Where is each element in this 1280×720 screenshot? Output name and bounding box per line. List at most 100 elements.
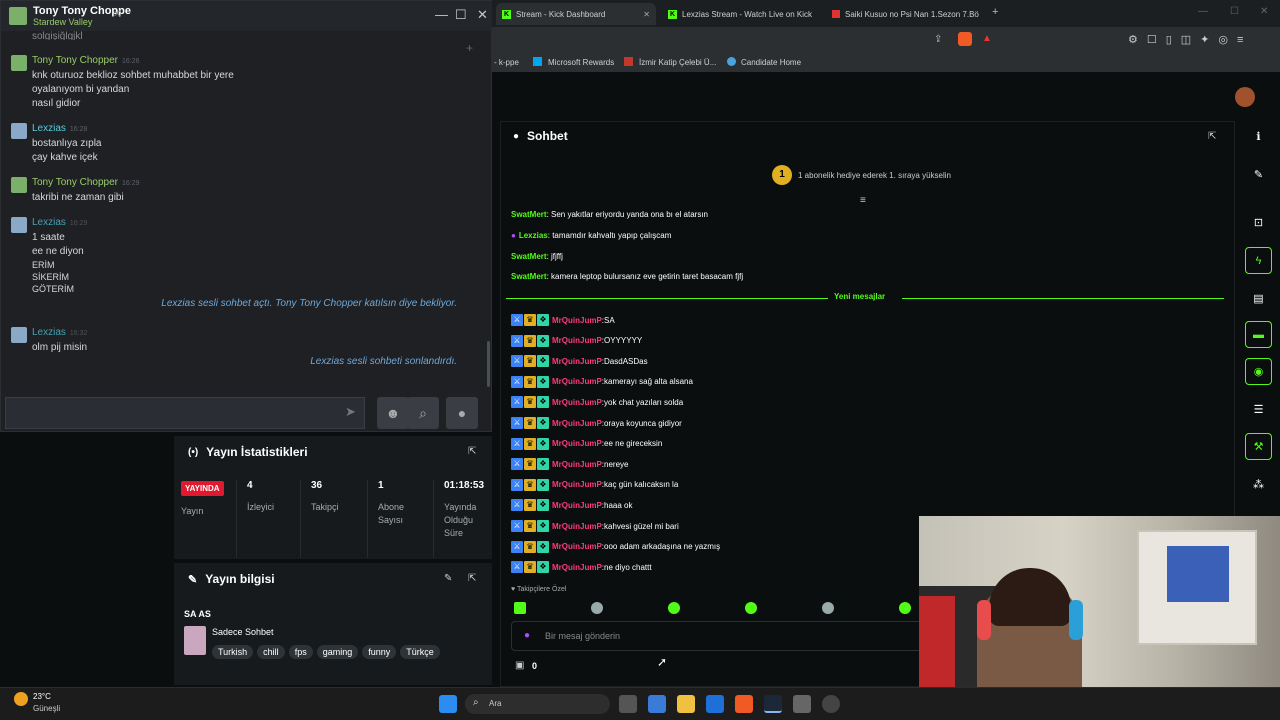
chat-username[interactable]: MrQuinJumP <box>552 522 602 531</box>
activity-icon[interactable]: ☰ <box>1245 396 1272 423</box>
chat-username[interactable]: MrQuinJumP <box>552 480 602 489</box>
chat-username[interactable]: MrQuinJumP <box>552 419 602 428</box>
emote[interactable] <box>668 602 680 614</box>
emote[interactable] <box>899 602 911 614</box>
tag[interactable]: gaming <box>316 645 359 659</box>
send-icon[interactable]: ➤ <box>345 404 356 420</box>
broadcaster-badge: ♛ <box>524 478 536 491</box>
minimize-button[interactable]: — <box>435 7 448 22</box>
steam-icon[interactable] <box>764 695 782 713</box>
chat-message: ⚔ ♛ ❖ MrQuinJumP: kaç gün kalıcaksın la <box>511 478 678 491</box>
user-avatar[interactable] <box>1235 87 1255 107</box>
message-line: takribi ne zaman gibi <box>32 192 124 203</box>
obs-icon[interactable] <box>822 695 840 713</box>
maximize-button[interactable]: ☐ <box>455 7 467 23</box>
maximize-button[interactable]: ☐ <box>1230 6 1239 17</box>
chat-username[interactable]: MrQuinJumP <box>552 357 602 366</box>
popout-icon[interactable]: ⇱ <box>468 446 476 457</box>
bookmark[interactable]: Candidate Home <box>741 58 801 67</box>
chat-message: SwatMert: kamera leptop bulursanız eve g… <box>511 272 744 281</box>
timestamp: 16:29 <box>69 220 88 227</box>
tag[interactable]: Turkish <box>212 645 254 659</box>
chat-username[interactable]: MrQuinJumP <box>552 542 602 551</box>
chat-icon[interactable]: ▬ <box>1245 321 1272 348</box>
edit-icon[interactable]: ✎ <box>444 573 452 584</box>
brave-icon[interactable] <box>735 695 753 713</box>
mail-icon[interactable] <box>706 695 724 713</box>
bookmark[interactable]: - k-ppe <box>494 58 519 67</box>
chat-username[interactable]: Lexzias <box>519 231 548 240</box>
mic-icon[interactable]: ● <box>524 630 530 641</box>
close-tab-icon[interactable]: ✕ <box>113 9 121 20</box>
subscriber-badge: ❖ <box>537 314 549 326</box>
chat-username[interactable]: MrQuinJumP <box>552 439 602 448</box>
tab-kick-dashboard[interactable]: K Stream - Kick Dashboard ✕ <box>496 3 656 25</box>
apps-icon[interactable]: ⁂ <box>1245 471 1272 498</box>
broadcast-icon: (•) <box>188 446 199 458</box>
tag[interactable]: Türkçe <box>400 645 440 659</box>
pencil-icon[interactable]: ✎ <box>1245 161 1272 188</box>
emoji-button[interactable]: ☻ <box>377 397 409 429</box>
chat-username[interactable]: MrQuinJumP <box>552 336 602 345</box>
bookmark[interactable]: İzmir Katip Çelebi Ü... <box>639 58 716 67</box>
store-icon[interactable] <box>648 695 666 713</box>
info-icon[interactable]: ℹ <box>1245 123 1272 150</box>
chat-username[interactable]: SwatMert <box>511 252 547 261</box>
popout-icon[interactable]: ⇱ <box>468 573 476 584</box>
brave-shield-icon[interactable] <box>958 32 972 46</box>
toolbar-icons[interactable]: ⚙☐▯◫✦◎≡ <box>1128 33 1252 46</box>
chat-username[interactable]: SwatMert <box>511 210 547 219</box>
lightning-icon[interactable]: ϟ <box>1245 247 1272 274</box>
weather-temp[interactable]: 23°C <box>33 692 51 701</box>
focus-icon[interactable]: ⊡ <box>1245 209 1272 236</box>
add-friend-icon[interactable]: + <box>466 41 473 55</box>
search-box[interactable]: ⌕ Ara <box>465 694 610 714</box>
tag[interactable]: funny <box>362 645 397 659</box>
windows-start-icon[interactable] <box>439 695 457 713</box>
rewards-icon[interactable]: ▲ <box>982 33 992 44</box>
emote[interactable] <box>514 602 526 614</box>
chat-username[interactable]: MrQuinJumP <box>552 398 602 407</box>
emote[interactable] <box>591 602 603 614</box>
chat-username[interactable]: MrQuinJumP <box>552 563 602 572</box>
points-icon[interactable]: ▣ <box>515 660 524 671</box>
chat-username[interactable]: MrQuinJumP <box>552 460 602 469</box>
chat-username[interactable]: MrQuinJumP <box>552 501 602 510</box>
weather-desc[interactable]: Güneşli <box>33 704 60 713</box>
voice-button[interactable]: ● <box>446 397 478 429</box>
chat-username[interactable]: MrQuinJumP <box>552 316 602 325</box>
tab-lexzias-stream[interactable]: K Lexzias Stream - Watch Live on Kick <box>662 3 822 25</box>
steam-chat-window: Tony Tony Choppe Stardew Valley ✕ — ☐ ✕ … <box>0 0 493 432</box>
chat-username[interactable]: MrQuinJumP <box>552 377 602 386</box>
close-window-button[interactable]: ✕ <box>477 7 488 23</box>
stat-label: İzleyici <box>247 502 275 512</box>
close-window-button[interactable]: ✕ <box>1260 6 1268 17</box>
attach-button[interactable]: ⌕ <box>407 397 439 429</box>
tab-anime[interactable]: Saiki Kusuo no Psi Nan 1.Sezon 7.Bö <box>826 3 986 25</box>
chat-username[interactable]: SwatMert <box>511 272 547 281</box>
scrollbar[interactable] <box>487 341 490 387</box>
category-name[interactable]: Sadece Sohbet <box>212 627 274 637</box>
emote[interactable] <box>822 602 834 614</box>
document-icon[interactable]: ▤ <box>1245 285 1272 312</box>
file-explorer-icon[interactable] <box>677 695 695 713</box>
share-icon[interactable]: ⇪ <box>934 34 942 45</box>
timestamp: 16:26 <box>121 58 140 65</box>
chat-message-input[interactable]: ● Bir mesaj gönderin <box>511 621 919 651</box>
wrench-icon[interactable]: ⚒ <box>1245 433 1272 460</box>
bookmark[interactable]: Microsoft Rewards <box>548 58 614 67</box>
message-line: knk oturuoz beklioz sohbet muhabbet bir … <box>32 70 234 81</box>
broadcast-icon[interactable]: ◉ <box>1245 358 1272 385</box>
filter-icon[interactable]: ≡ <box>860 195 866 206</box>
emote[interactable] <box>745 602 757 614</box>
task-view-icon[interactable] <box>619 695 637 713</box>
close-icon[interactable]: ✕ <box>643 10 650 19</box>
message-input[interactable] <box>5 397 365 429</box>
new-tab-icon[interactable]: + <box>992 6 998 18</box>
tag[interactable]: fps <box>288 645 313 659</box>
calculator-icon[interactable] <box>793 695 811 713</box>
tag[interactable]: chill <box>257 645 285 659</box>
address-bar[interactable]: ⇪ ▲ ⚙☐▯◫✦◎≡ <box>492 27 1280 54</box>
popout-icon[interactable]: ⇱ <box>1208 131 1216 142</box>
minimize-button[interactable]: — <box>1198 6 1208 17</box>
